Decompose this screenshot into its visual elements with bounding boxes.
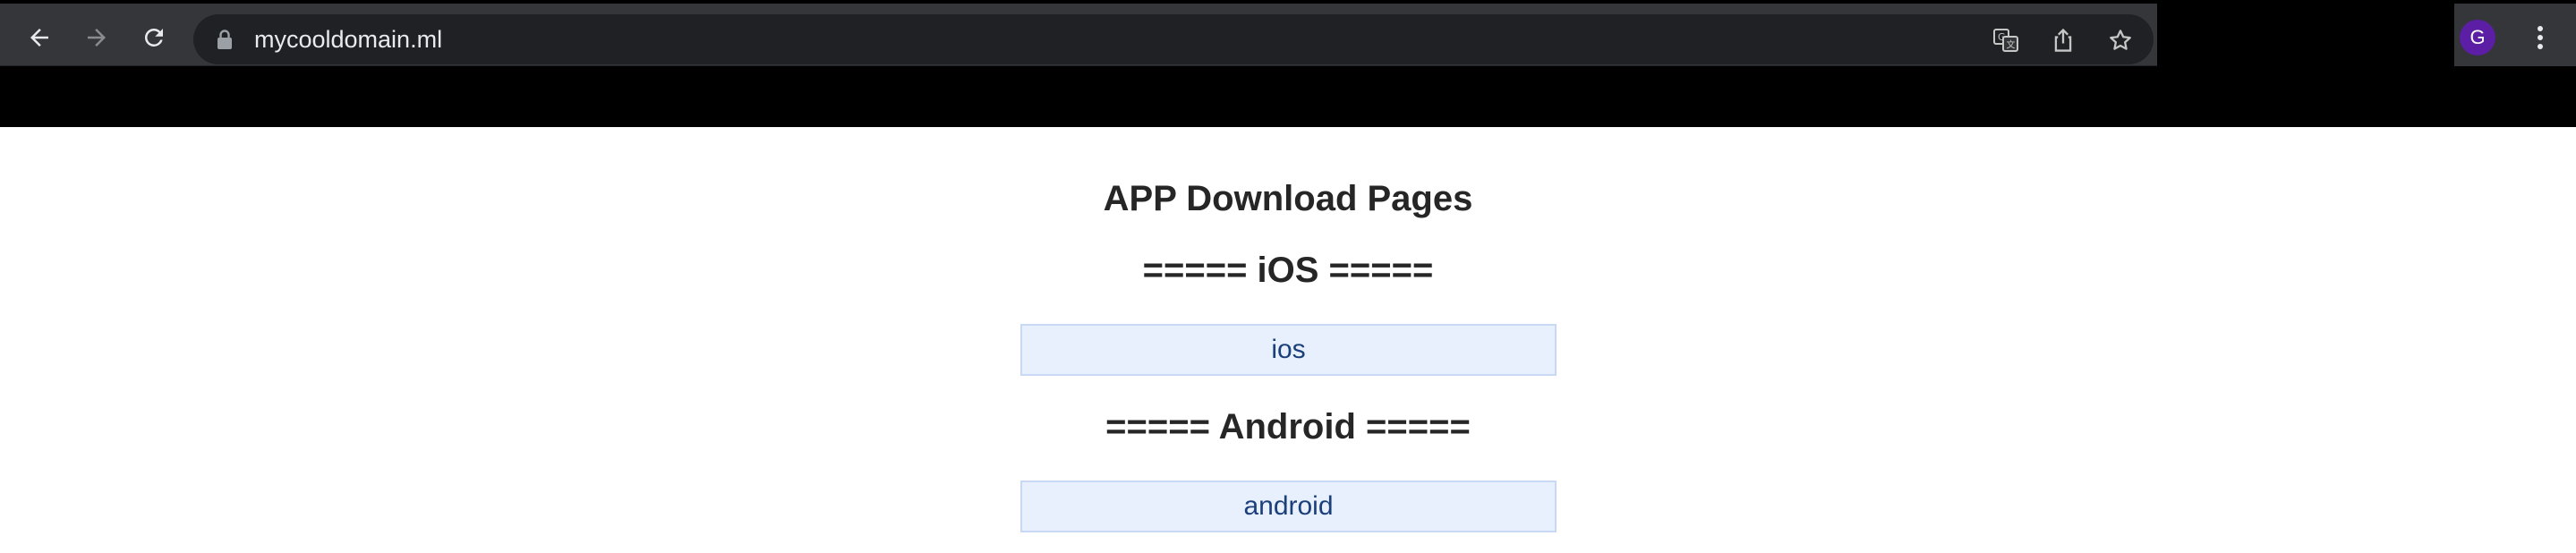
page-content: APP Download Pages ===== iOS ===== ios =… xyxy=(0,127,2576,553)
share-button[interactable] xyxy=(2048,25,2078,55)
svg-text:文: 文 xyxy=(2007,39,2016,51)
translate-button[interactable]: G 文 xyxy=(1991,25,2021,55)
browser-toolbar: mycooldomain.ml G 文 xyxy=(0,4,2157,66)
star-icon xyxy=(2110,30,2131,50)
avatar[interactable]: G xyxy=(2460,20,2495,55)
reload-button[interactable] xyxy=(138,21,170,54)
ios-download-link[interactable]: ios xyxy=(1020,324,1557,376)
back-button[interactable] xyxy=(23,21,55,54)
arrow-left-icon xyxy=(30,29,48,47)
forward-button[interactable] xyxy=(81,21,113,54)
arrow-right-icon xyxy=(88,29,106,47)
android-section-heading: ===== Android ===== xyxy=(1105,407,1471,447)
page-title: APP Download Pages xyxy=(1103,179,1473,218)
address-bar[interactable]: mycooldomain.ml G 文 xyxy=(193,14,2154,64)
lock-icon xyxy=(218,30,232,49)
android-download-link[interactable]: android xyxy=(1020,481,1557,532)
share-icon xyxy=(2054,28,2072,52)
ios-section-heading: ===== iOS ===== xyxy=(1142,251,1434,290)
browser-menu-button[interactable] xyxy=(2524,20,2556,55)
vertical-dots-icon xyxy=(2538,26,2543,49)
reload-icon xyxy=(144,28,163,47)
url-text: mycooldomain.ml xyxy=(254,26,443,53)
translate-icon: G 文 xyxy=(1993,29,2018,52)
bookmark-button[interactable] xyxy=(2105,25,2136,55)
